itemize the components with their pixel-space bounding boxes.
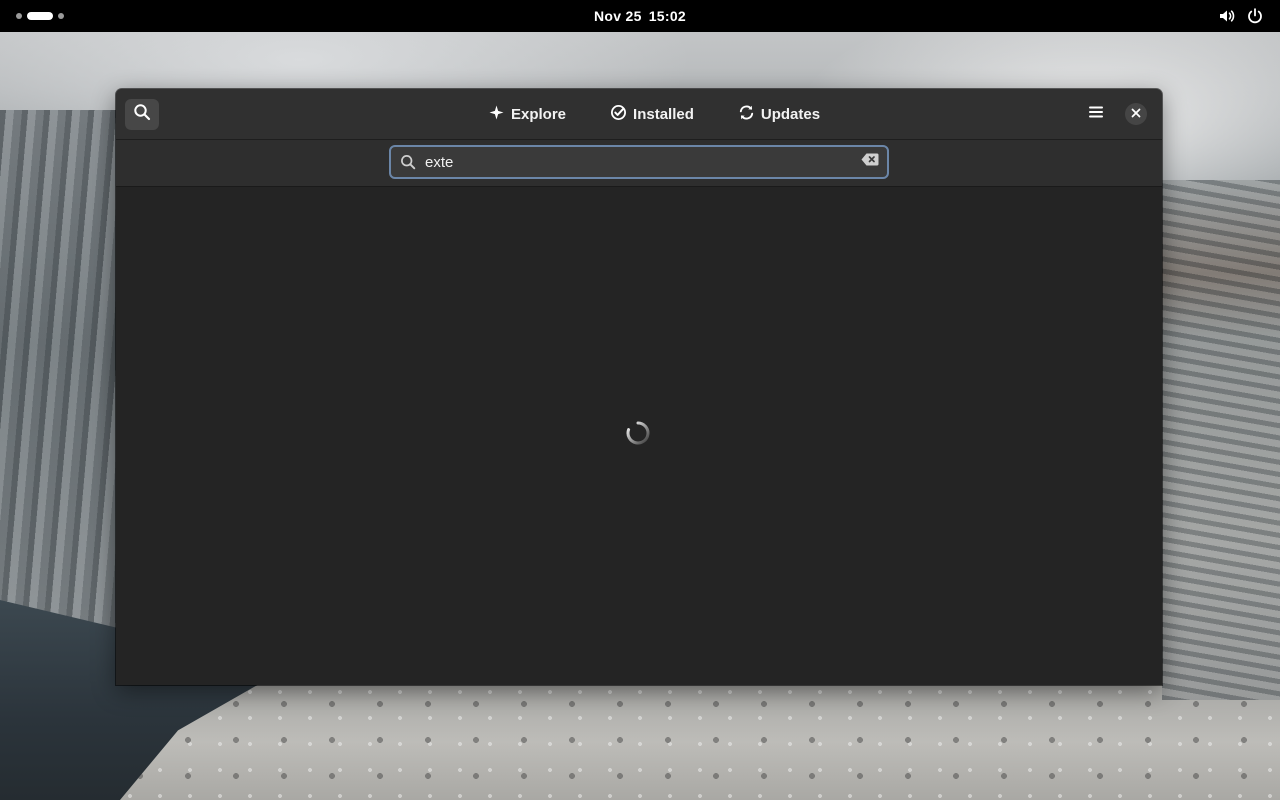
search-input-container[interactable]	[389, 145, 889, 179]
main-menu-button[interactable]	[1080, 99, 1112, 130]
search-toggle-button[interactable]	[125, 99, 159, 130]
close-icon	[1131, 105, 1141, 123]
volume-icon[interactable]	[1218, 7, 1236, 25]
window-close-button[interactable]	[1125, 103, 1147, 125]
workspace-indicator	[16, 13, 22, 19]
search-bar	[116, 140, 1162, 187]
wallpaper-rocks	[120, 684, 1280, 800]
explore-icon	[488, 104, 505, 125]
workspace-indicator	[58, 13, 64, 19]
clear-text-icon	[861, 153, 879, 171]
wallpaper-cliff-left	[0, 110, 130, 630]
clock-time: 15:02	[648, 8, 687, 24]
tab-updates[interactable]: Updates	[716, 97, 842, 131]
activities-button[interactable]	[0, 12, 136, 20]
search-icon	[395, 154, 421, 170]
clock-date: Nov 25	[593, 8, 642, 24]
search-icon	[133, 103, 151, 126]
workspace-indicator-active	[27, 12, 53, 20]
clock[interactable]: Nov 25 15:02	[594, 8, 686, 24]
tab-installed-label: Installed	[633, 105, 694, 123]
system-tray[interactable]	[1144, 7, 1280, 25]
tab-explore-label: Explore	[511, 105, 567, 123]
header-bar: Explore Installed Updates	[116, 89, 1162, 140]
power-icon[interactable]	[1246, 7, 1264, 25]
top-bar: Nov 25 15:02	[0, 0, 1280, 32]
search-input[interactable]	[421, 148, 857, 176]
updates-icon	[738, 104, 755, 125]
view-switcher: Explore Installed Updates	[466, 89, 842, 139]
tab-explore[interactable]: Explore	[466, 97, 588, 131]
search-results-area	[116, 187, 1162, 685]
loading-spinner	[625, 420, 651, 446]
clear-search-button[interactable]	[857, 148, 883, 176]
tab-installed[interactable]: Installed	[588, 97, 716, 131]
tab-updates-label: Updates	[760, 105, 821, 123]
software-window: Explore Installed Updates	[116, 89, 1162, 685]
wallpaper-cliff-right	[1162, 180, 1280, 700]
hamburger-menu-icon	[1088, 105, 1104, 124]
installed-icon	[610, 104, 627, 125]
